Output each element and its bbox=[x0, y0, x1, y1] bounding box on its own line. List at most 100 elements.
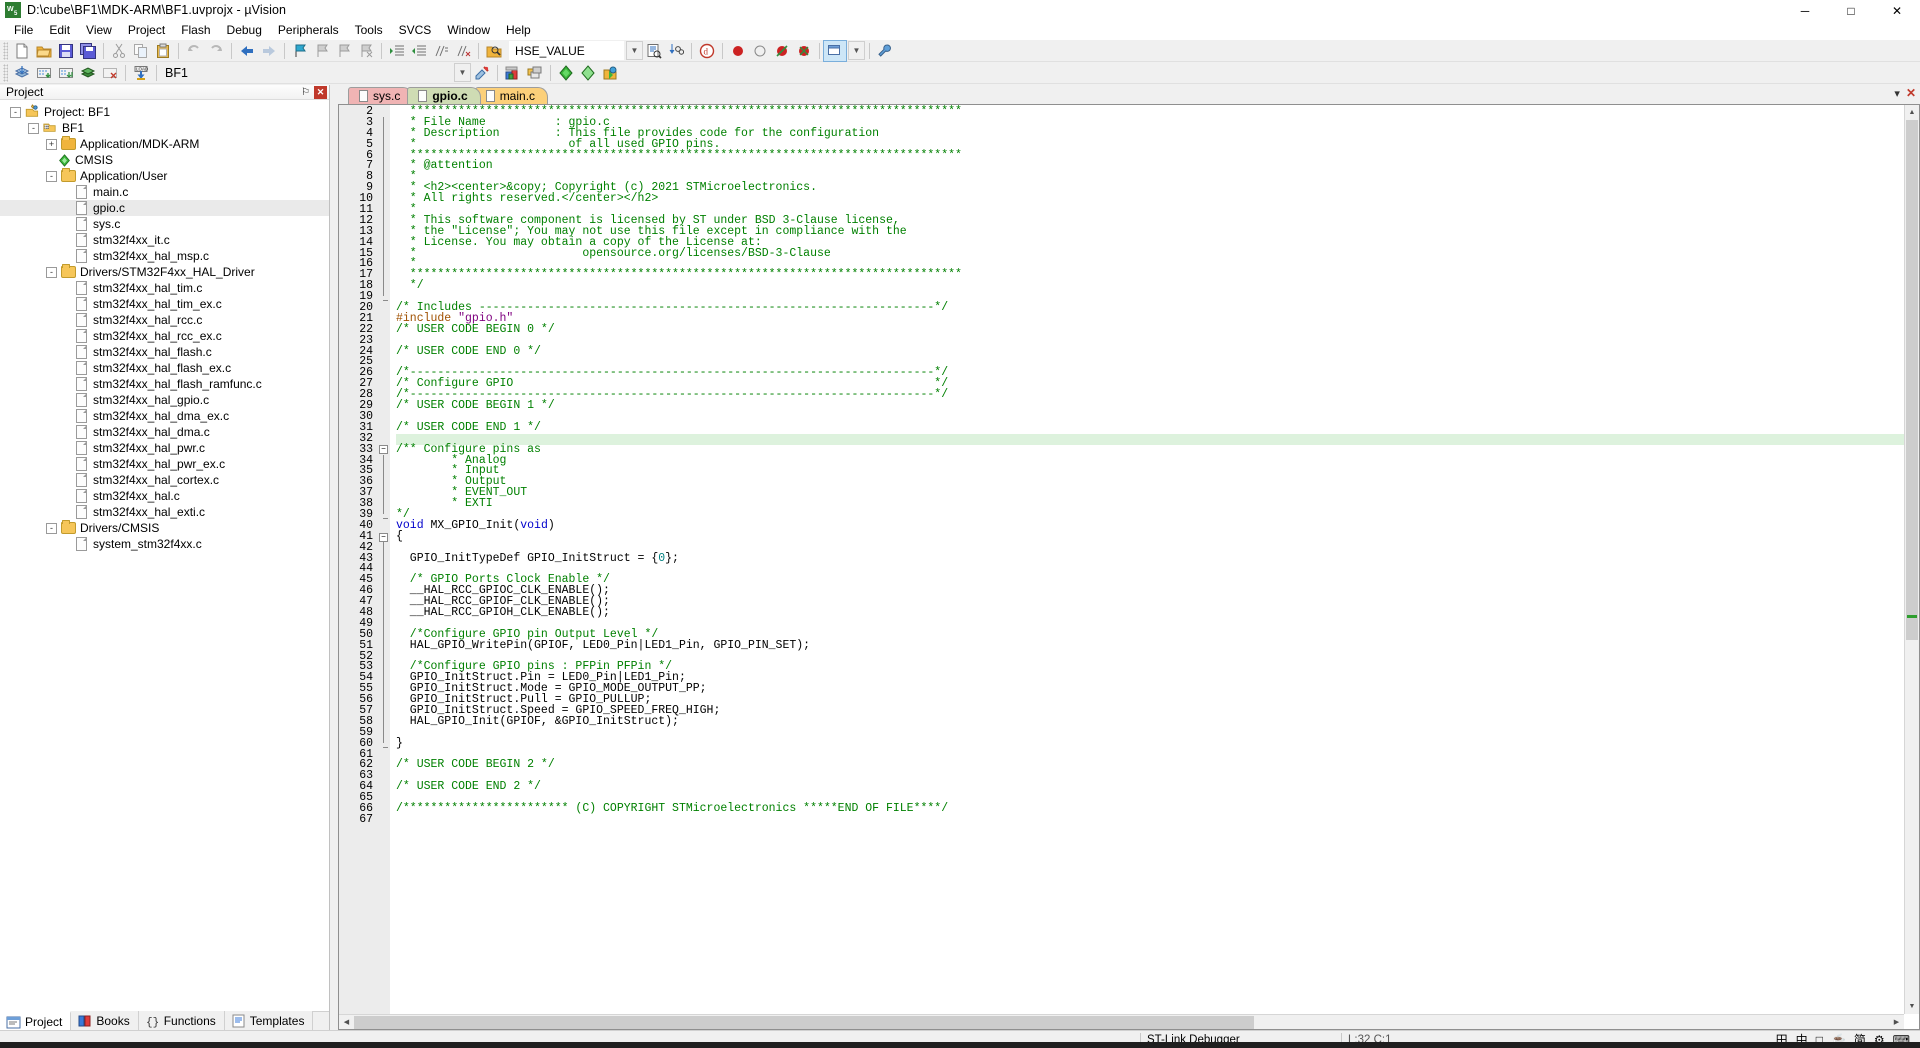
fold-toggle-icon[interactable]: − bbox=[379, 532, 388, 542]
fold-column[interactable]: − − bbox=[377, 105, 390, 1029]
code-line[interactable]: /************************ (C) COPYRIGHT … bbox=[396, 803, 1919, 815]
tree-item[interactable]: stm32f4xx_hal.c bbox=[0, 488, 329, 504]
code-line[interactable]: /* USER CODE BEGIN 2 */ bbox=[396, 759, 1919, 771]
code-line[interactable]: /* USER CODE END 1 */ bbox=[396, 422, 1919, 434]
build-toolbar-grip[interactable] bbox=[3, 63, 8, 82]
pane-tab-books[interactable]: Books bbox=[71, 1011, 139, 1030]
code-line[interactable]: ****************************************… bbox=[396, 106, 1919, 118]
code-line[interactable]: HAL_GPIO_WritePin(GPIOF, LED0_Pin|LED1_P… bbox=[396, 639, 1919, 652]
tree-item[interactable]: stm32f4xx_hal_dma.c bbox=[0, 424, 329, 440]
code-line[interactable]: * Input bbox=[396, 465, 1919, 477]
navigate-back-icon[interactable] bbox=[236, 41, 258, 61]
tree-item[interactable]: - Drivers/CMSIS bbox=[0, 520, 329, 536]
close-button[interactable]: ✕ bbox=[1874, 0, 1920, 21]
menu-view[interactable]: View bbox=[78, 21, 120, 39]
pane-tab-project[interactable]: Project bbox=[0, 1011, 72, 1030]
copy-icon[interactable] bbox=[130, 41, 152, 61]
code-line[interactable]: */ bbox=[396, 280, 1919, 292]
code-line[interactable] bbox=[396, 412, 1919, 423]
project-tree[interactable]: - Project: BF1- BF1 + Application/MDK-ARM CMS… bbox=[0, 100, 329, 1011]
select-software-packs-icon[interactable] bbox=[577, 63, 599, 83]
code-line[interactable]: /* USER CODE BEGIN 0 */ bbox=[396, 324, 1919, 336]
minimize-button[interactable]: ─ bbox=[1782, 0, 1828, 21]
code-line[interactable]: */ bbox=[396, 509, 1919, 521]
open-file-icon[interactable] bbox=[33, 41, 55, 61]
stop-build-icon[interactable] bbox=[99, 63, 121, 83]
code-line[interactable]: ****************************************… bbox=[396, 149, 1919, 162]
maximize-button[interactable]: □ bbox=[1828, 0, 1874, 21]
code-line[interactable] bbox=[396, 815, 1919, 826]
tree-item[interactable]: stm32f4xx_hal_pwr.c bbox=[0, 440, 329, 456]
scroll-left-icon[interactable]: ◀ bbox=[339, 1015, 354, 1030]
bookmark-clear-icon[interactable] bbox=[355, 41, 377, 61]
manage-components-icon[interactable] bbox=[502, 63, 524, 83]
breakpoint-kill-all-icon[interactable] bbox=[793, 41, 815, 61]
browse-symbol-icon[interactable] bbox=[643, 41, 665, 61]
redo-icon[interactable] bbox=[205, 41, 227, 61]
menu-svcs[interactable]: SVCS bbox=[391, 21, 440, 39]
save-icon[interactable] bbox=[55, 41, 77, 61]
scroll-right-icon[interactable]: ▶ bbox=[1889, 1015, 1904, 1030]
tree-item[interactable]: stm32f4xx_hal_tim_ex.c bbox=[0, 296, 329, 312]
code-line[interactable]: __HAL_RCC_GPIOH_CLK_ENABLE(); bbox=[396, 607, 1919, 619]
comment-icon[interactable] bbox=[430, 41, 452, 61]
tree-item[interactable]: CMSIS bbox=[0, 152, 329, 168]
indent-right-icon[interactable] bbox=[386, 41, 408, 61]
editor-tab-sys-c[interactable]: sys.c bbox=[348, 87, 414, 104]
editor-tab-gpio-c[interactable]: gpio.c bbox=[407, 87, 481, 104]
code-line[interactable]: * EVENT_OUT bbox=[396, 487, 1919, 499]
tree-item[interactable]: - Application/User bbox=[0, 168, 329, 184]
collapse-icon[interactable]: - bbox=[28, 122, 39, 134]
navigate-forward-icon[interactable] bbox=[258, 41, 280, 61]
find-combo[interactable]: HSE_VALUE bbox=[509, 41, 624, 60]
tree-item[interactable]: sys.c bbox=[0, 216, 329, 232]
expand-icon[interactable]: + bbox=[46, 138, 57, 150]
code-line[interactable] bbox=[396, 433, 1919, 445]
code-line[interactable]: } bbox=[396, 737, 1919, 750]
menu-help[interactable]: Help bbox=[498, 21, 539, 39]
bookmark-next-icon[interactable] bbox=[333, 41, 355, 61]
tree-item[interactable]: stm32f4xx_hal_flash.c bbox=[0, 344, 329, 360]
incremental-find-icon[interactable] bbox=[665, 41, 687, 61]
editor-tab-main-c[interactable]: main.c bbox=[474, 87, 549, 104]
paste-icon[interactable] bbox=[152, 41, 174, 61]
find-combo-arrow-icon[interactable]: ▼ bbox=[626, 41, 643, 60]
target-selector-value[interactable]: BF1 bbox=[161, 66, 192, 80]
code-line[interactable]: GPIO_InitTypeDef GPIO_InitStruct = {0}; bbox=[396, 552, 1919, 565]
indent-left-icon[interactable] bbox=[408, 41, 430, 61]
tree-item[interactable]: stm32f4xx_hal_pwr_ex.c bbox=[0, 456, 329, 472]
code-line[interactable]: /*--------------------------------------… bbox=[396, 389, 1919, 401]
code-line[interactable]: __HAL_RCC_GPIOC_CLK_ENABLE(); bbox=[396, 585, 1919, 597]
cut-icon[interactable] bbox=[108, 41, 130, 61]
code-line[interactable]: /* USER CODE BEGIN 1 */ bbox=[396, 400, 1919, 412]
breakpoint-disable-icon[interactable] bbox=[749, 41, 771, 61]
menu-peripherals[interactable]: Peripherals bbox=[270, 21, 347, 39]
code-line[interactable]: * opensource.org/licenses/BSD-3-Clause bbox=[396, 247, 1919, 260]
hscroll-track[interactable] bbox=[354, 1014, 1889, 1029]
menu-project[interactable]: Project bbox=[120, 21, 173, 39]
code-line[interactable]: * EXTI bbox=[396, 498, 1919, 510]
code-line[interactable]: __HAL_RCC_GPIOF_CLK_ENABLE(); bbox=[396, 596, 1919, 608]
code-line[interactable] bbox=[396, 771, 1919, 782]
build-icon[interactable] bbox=[33, 63, 55, 83]
collapse-icon[interactable]: - bbox=[10, 106, 21, 118]
menu-file[interactable]: File bbox=[6, 21, 41, 39]
code-line[interactable]: ****************************************… bbox=[396, 269, 1919, 281]
toolbar-grip[interactable] bbox=[3, 41, 8, 60]
tree-item[interactable]: - BF1 bbox=[0, 120, 329, 136]
editor-vertical-scrollbar[interactable]: ▲ ▼ bbox=[1904, 105, 1919, 1014]
code-line[interactable]: #include "gpio.h" bbox=[396, 313, 1919, 325]
pack-installer-icon[interactable] bbox=[555, 63, 577, 83]
pane-tab-functions[interactable]: {} Functions bbox=[138, 1011, 225, 1030]
code-line[interactable]: * Output bbox=[396, 476, 1919, 488]
tree-item[interactable]: - Project: BF1 bbox=[0, 104, 329, 120]
target-dropdown-icon[interactable]: ▼ bbox=[453, 63, 471, 82]
tab-list-chevron-icon[interactable]: ▾ bbox=[1894, 87, 1900, 100]
hscroll-thumb[interactable] bbox=[354, 1015, 1254, 1029]
code-editor[interactable]: 2 3 4 5 6 7 8 9 10 11 12 13 14 15 16 17 18 19 20 21 22 23 24 25… bbox=[338, 104, 1920, 1030]
find-in-files-icon[interactable] bbox=[483, 41, 505, 61]
tree-item[interactable]: stm32f4xx_hal_cortex.c bbox=[0, 472, 329, 488]
code-line[interactable] bbox=[396, 728, 1919, 739]
menu-edit[interactable]: Edit bbox=[41, 21, 78, 39]
collapse-icon[interactable]: - bbox=[46, 266, 57, 278]
